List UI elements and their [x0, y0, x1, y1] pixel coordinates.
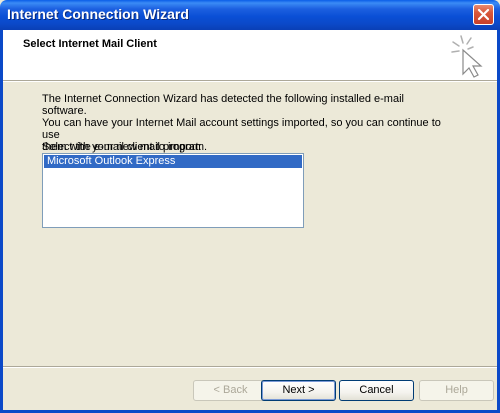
page-title: Select Internet Mail Client	[23, 38, 157, 50]
window-title: Internet Connection Wizard	[7, 6, 189, 22]
close-button[interactable]	[473, 4, 494, 25]
description-line: You can have your Internet Mail account …	[42, 117, 441, 141]
header-divider	[3, 81, 497, 82]
window-frame-left	[0, 30, 3, 413]
button-area-divider-highlight	[3, 367, 497, 368]
help-button[interactable]: Help	[419, 380, 494, 401]
list-item[interactable]: Microsoft Outlook Express	[44, 155, 302, 168]
mail-client-list-label: Select the e-mail client to import:	[42, 141, 202, 153]
wizard-window: Internet Connection Wizard Select Intern…	[0, 0, 500, 413]
next-button[interactable]: Next >	[261, 380, 336, 401]
wizard-header: Select Internet Mail Client	[3, 30, 497, 81]
description-line: The Internet Connection Wizard has detec…	[42, 93, 404, 117]
mail-client-listbox[interactable]: Microsoft Outlook Express	[42, 153, 304, 228]
wizard-sparkle-cursor-icon	[451, 34, 487, 83]
back-button[interactable]: < Back	[193, 380, 268, 401]
title-bar[interactable]: Internet Connection Wizard	[0, 0, 500, 30]
cancel-button[interactable]: Cancel	[339, 380, 414, 401]
